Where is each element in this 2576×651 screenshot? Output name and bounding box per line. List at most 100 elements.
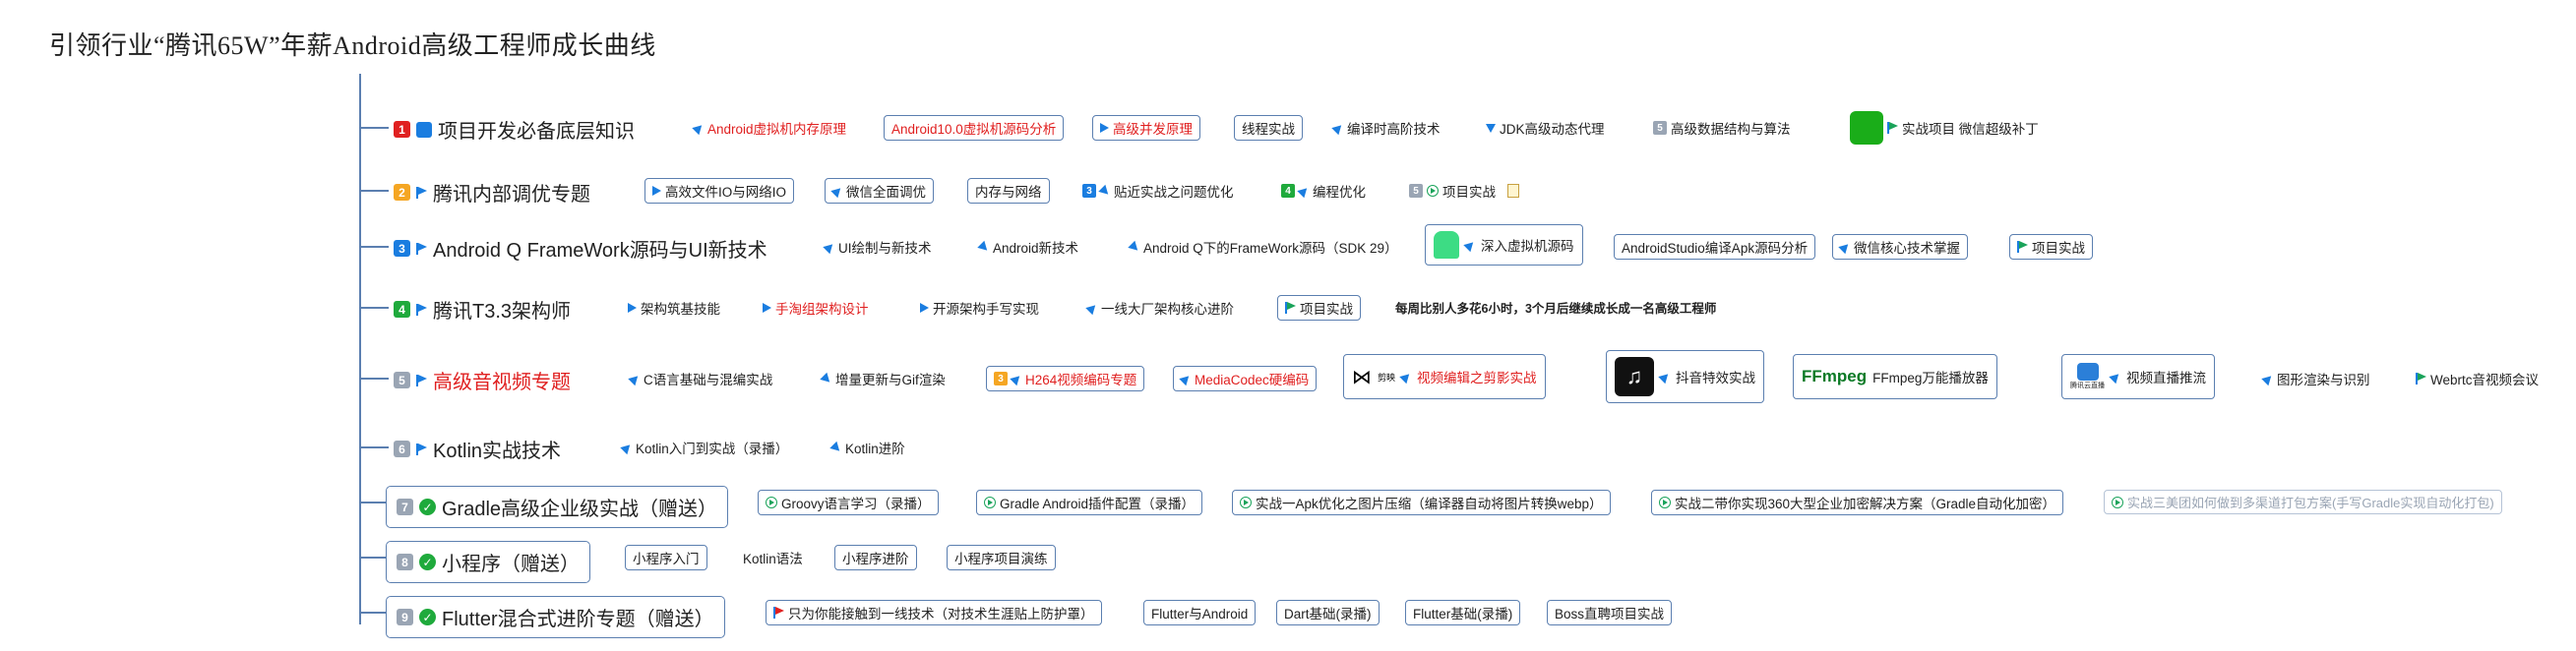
section-title: 小程序（赠送） [442, 554, 580, 575]
item-4-4[interactable]: 一线大厂架构核心进阶 [1085, 298, 1234, 318]
item-6-2[interactable]: Kotlin进阶 [829, 438, 905, 457]
item-5-4[interactable]: MediaCodec硬编码 [1173, 366, 1318, 391]
item-9-1[interactable]: 只为你能接触到一线技术（对技术生涯贴上防护罩） [766, 600, 1102, 625]
item-9-5[interactable]: Boss直聘项目实战 [1547, 600, 1673, 625]
item-4-1[interactable]: 架构筑基技能 [628, 298, 720, 318]
play-icon [984, 497, 996, 508]
arrow-icon [1100, 123, 1109, 133]
section-number: 6 [394, 441, 410, 457]
branch-line-3 [359, 246, 389, 248]
section-8-heading[interactable]: 8 ✓ 小程序（赠送） [386, 541, 590, 583]
arrow-icon [1010, 372, 1023, 385]
item-8-3[interactable]: 小程序进阶 [834, 545, 917, 570]
item-5-10[interactable]: Webrtc音视频会议 [2416, 369, 2539, 388]
section-title: 高级音视频专题 [433, 372, 571, 393]
play-icon [2112, 496, 2123, 508]
item-3-3[interactable]: Android Q下的FrameWork源码（SDK 29） [1128, 237, 1398, 257]
section-number: 5 [394, 372, 410, 388]
item-3-6[interactable]: 微信核心技术掌握 [1832, 234, 1968, 260]
section-3-heading[interactable]: 3 Android Q FrameWork源码与UI新技术 [394, 234, 767, 263]
item-9-4[interactable]: Flutter基础(录播) [1405, 600, 1521, 625]
item-1-5[interactable]: 编译时高阶技术 [1331, 118, 1441, 138]
section-number: 2 [394, 184, 410, 201]
item-6-1[interactable]: Kotlin入门到实战（录播） [620, 438, 788, 457]
section-4-heading[interactable]: 4 腾讯T3.3架构师 [394, 295, 571, 324]
item-8-2[interactable]: Kotlin语法 [743, 548, 803, 567]
arrow-icon [829, 441, 843, 454]
arrow-icon [2109, 370, 2122, 384]
item-4-2[interactable]: 手淘组架构设计 [763, 298, 869, 318]
item-1-8[interactable]: 实战项目 微信超级补丁 [1850, 111, 2039, 145]
section-1-heading[interactable]: 1 项目开发必备底层知识 [394, 115, 635, 144]
item-3-5[interactable]: AndroidStudio编译Apk源码分析 [1614, 234, 1816, 260]
arrow-icon [1179, 372, 1193, 385]
item-8-1[interactable]: 小程序入门 [625, 545, 707, 570]
section-9-heading[interactable]: 9 ✓ Flutter混合式进阶专题（赠送） [386, 596, 725, 638]
arrow-icon [2261, 372, 2275, 385]
item-5-6[interactable]: ♫ 抖音特效实战 [1606, 350, 1764, 403]
item-7-3[interactable]: 实战一Apk优化之图片压缩（编译器自动将图片转换webp） [1232, 490, 1611, 515]
item-7-4[interactable]: 实战二带你实现360大型企业加密解决方案（Gradle自动化加密） [1651, 490, 2064, 515]
item-3-2[interactable]: Android新技术 [977, 237, 1078, 257]
number-badge-icon: 3 [1082, 184, 1096, 198]
number-badge-icon: 5 [1409, 184, 1423, 198]
item-5-7[interactable]: FFmpeg FFmpeg万能播放器 [1793, 354, 1997, 399]
arrow-icon [1331, 121, 1345, 135]
item-1-7[interactable]: 5 高级数据结构与算法 [1653, 118, 1791, 138]
item-1-3[interactable]: 高级并发原理 [1092, 115, 1200, 141]
section-5-heading[interactable]: 5 高级音视频专题 [394, 366, 571, 394]
branch-line-9 [359, 612, 389, 614]
item-1-1[interactable]: Android虚拟机内存原理 [692, 118, 846, 138]
item-5-2[interactable]: 增量更新与Gif渲染 [820, 369, 946, 388]
branch-line-5 [359, 378, 389, 380]
item-3-7[interactable]: 项目实战 [2009, 234, 2093, 260]
item-2-1[interactable]: 高效文件IO与网络IO [644, 178, 795, 204]
item-5-1[interactable]: C语言基础与混编实战 [628, 369, 772, 388]
flag-icon [1887, 122, 1898, 134]
item-2-5[interactable]: 4 编程优化 [1281, 181, 1366, 201]
arrow-icon [1098, 184, 1112, 198]
mindmap-spine [359, 74, 361, 624]
item-5-8[interactable]: 腾讯云直播 视频直播推流 [2061, 354, 2215, 399]
section-number: 8 [397, 554, 413, 570]
item-3-4[interactable]: 深入虚拟机源码 [1425, 224, 1583, 266]
item-7-2[interactable]: Gradle Android插件配置（录播） [976, 490, 1203, 515]
item-1-2[interactable]: Android10.0虚拟机源码分析 [884, 115, 1065, 141]
item-2-6[interactable]: 5 项目实战 [1409, 181, 1519, 201]
flag-icon [416, 242, 427, 255]
item-7-1[interactable]: Groovy语言学习（录播） [758, 490, 939, 515]
page-title: 引领行业“腾讯65W”年薪Android高级工程师成长曲线 [49, 31, 656, 60]
play-icon [1427, 185, 1439, 197]
item-2-2[interactable]: 微信全面调优 [825, 178, 934, 204]
flag-icon [416, 303, 427, 316]
item-4-3[interactable]: 开源架构手写实现 [920, 298, 1039, 318]
item-9-2[interactable]: Flutter与Android [1143, 600, 1257, 625]
section-2-heading[interactable]: 2 腾讯内部调优专题 [394, 178, 590, 207]
item-7-5[interactable]: 实战三美团如何做到多渠道打包方案(手写Gradle实现自动化打包) [2104, 490, 2502, 514]
item-2-3[interactable]: 内存与网络 [967, 178, 1050, 204]
section-title: Flutter混合式进阶专题（赠送） [442, 609, 714, 630]
tencent-live-icon: 腾讯云直播 [2070, 363, 2105, 390]
flag-icon [416, 374, 427, 386]
branch-line-1 [359, 127, 389, 129]
section-7-heading[interactable]: 7 ✓ Gradle高级企业级实战（赠送） [386, 486, 729, 528]
section-6-heading[interactable]: 6 Kotlin实战技术 [394, 435, 561, 463]
ffmpeg-logo: FFmpeg [1802, 367, 1868, 385]
item-5-3[interactable]: 3 H264视频编码专题 [986, 366, 1145, 391]
item-1-4[interactable]: 线程实战 [1234, 115, 1303, 141]
flag-icon [1285, 302, 1296, 314]
section-number: 1 [394, 121, 410, 138]
arrow-icon [1658, 370, 1672, 384]
item-5-9[interactable]: 图形渲染与识别 [2261, 369, 2370, 388]
arrow-icon [920, 303, 929, 313]
item-5-5[interactable]: ⋈ 剪映 视频编辑之剪影实战 [1343, 354, 1546, 399]
section-number: 4 [394, 301, 410, 318]
item-9-3[interactable]: Dart基础(录播) [1276, 600, 1380, 625]
number-badge-icon: 3 [994, 372, 1008, 385]
item-2-4[interactable]: 3 贴近实战之问题优化 [1082, 181, 1234, 201]
flag-icon [2017, 241, 2028, 253]
item-8-4[interactable]: 小程序项目演练 [947, 545, 1056, 570]
item-4-5[interactable]: 项目实战 [1277, 295, 1361, 321]
item-3-1[interactable]: UI绘制与新技术 [823, 237, 932, 257]
item-1-6[interactable]: JDK高级动态代理 [1486, 118, 1605, 138]
